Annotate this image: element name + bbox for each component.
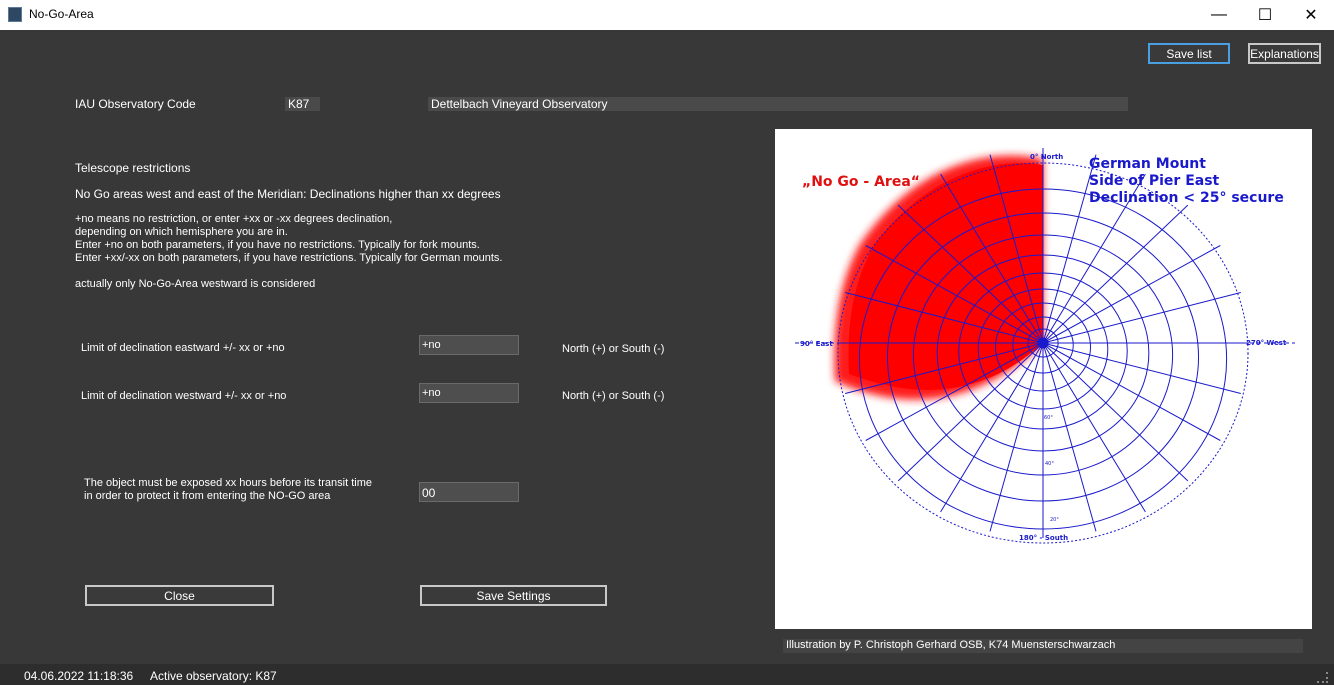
exposure-line2: in order to protect it from entering the… — [84, 490, 331, 502]
restrictions-line3: depending on which hemisphere you are in… — [75, 226, 288, 238]
hour-line — [1042, 342, 1189, 482]
dec60-label: 60° — [1044, 415, 1053, 421]
hour-line — [1042, 204, 1189, 344]
observatory-code-label: IAU Observatory Code — [75, 97, 196, 111]
mount-line1: German Mount — [1089, 156, 1206, 172]
restrictions-line4: Enter +no on both parameters, if you hav… — [75, 239, 480, 251]
restrictions-line2: +no means no restriction, or enter +xx o… — [75, 213, 393, 225]
dec40-label: 40° — [1045, 461, 1054, 467]
save-list-button[interactable]: Save list — [1148, 43, 1230, 64]
mount-line2: Side of Pier East — [1089, 173, 1220, 189]
west-label: 270° West — [1246, 339, 1287, 347]
close-button[interactable]: Close — [85, 585, 274, 606]
restrictions-line1: No Go areas west and east of the Meridia… — [75, 187, 501, 201]
title-bar: No-Go-Area — ☐ ✕ — [0, 0, 1334, 30]
exposure-input[interactable]: 00 — [419, 482, 519, 502]
nogo-illustration: 0° North 90° East 270° West 180° - South… — [775, 129, 1312, 629]
west-limit-input[interactable]: +no — [419, 383, 519, 403]
restrictions-line5: Enter +xx/-xx on both parameters, if you… — [75, 252, 503, 264]
east-limit-label: Limit of declination eastward +/- xx or … — [81, 342, 285, 354]
illustration-credit: Illustration by P. Christoph Gerhard OSB… — [783, 639, 1303, 653]
nogo-title: „No Go - Area“ — [802, 174, 920, 190]
hour-line — [1042, 292, 1241, 344]
west-limit-hint: North (+) or South (-) — [562, 390, 665, 402]
exposure-line1: The object must be exposed xx hours befo… — [84, 477, 372, 489]
polar-diagram: 0° North 90° East 270° West 180° - South… — [795, 148, 1295, 544]
resize-grip[interactable] — [1317, 672, 1328, 683]
window-title: No-Go-Area — [29, 7, 94, 21]
mount-line3: Declination < 25° secure — [1089, 190, 1284, 206]
restrictions-heading: Telescope restrictions — [75, 161, 191, 175]
minimize-button[interactable]: — — [1196, 0, 1242, 30]
east-limit-input[interactable]: +no — [419, 335, 519, 355]
status-active-observatory: Active observatory: K87 — [150, 669, 277, 683]
maximize-button[interactable]: ☐ — [1242, 0, 1288, 30]
save-settings-button[interactable]: Save Settings — [420, 585, 607, 606]
app-icon — [8, 7, 22, 22]
west-limit-label: Limit of declination westward +/- xx or … — [81, 390, 287, 402]
explanations-button[interactable]: Explanations — [1248, 43, 1321, 64]
close-window-button[interactable]: ✕ — [1288, 0, 1334, 30]
hour-line — [1042, 342, 1241, 394]
status-bar: 04.06.2022 11:18:36 Active observatory: … — [0, 664, 1334, 685]
east-label: 90° East — [800, 340, 833, 348]
south-label: 180° - South — [1019, 534, 1068, 542]
observatory-name-field[interactable]: Dettelbach Vineyard Observatory — [428, 97, 1128, 111]
restrictions-note: actually only No-Go-Area westward is con… — [75, 278, 316, 290]
dec20-label: 20° — [1050, 517, 1059, 523]
status-datetime: 04.06.2022 11:18:36 — [24, 669, 134, 683]
observatory-code-field[interactable]: K87 — [285, 97, 320, 111]
hour-line — [1042, 342, 1097, 532]
east-limit-hint: North (+) or South (-) — [562, 343, 665, 355]
north-label: 0° North — [1030, 153, 1063, 161]
